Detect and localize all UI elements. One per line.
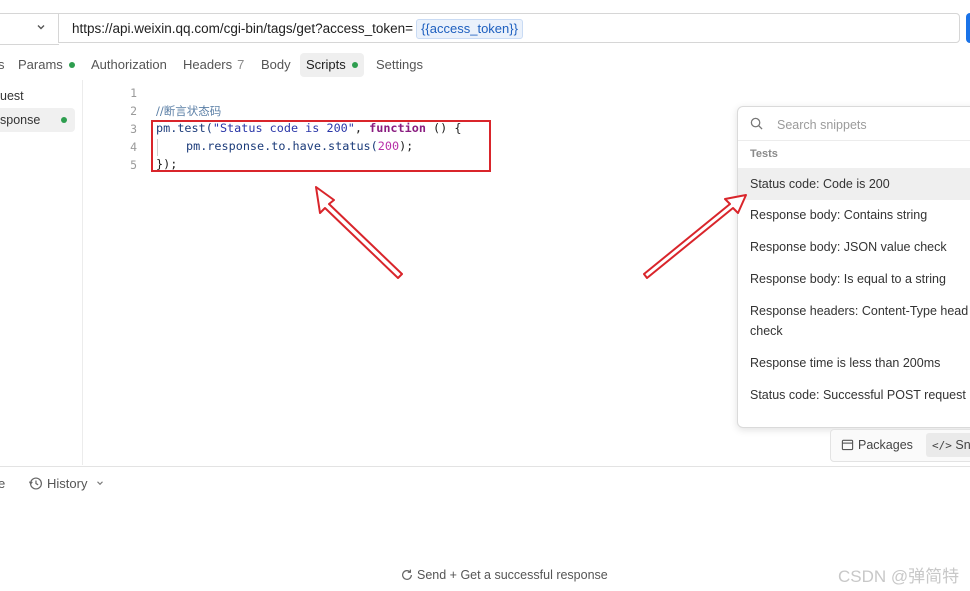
snippet-search-bar (738, 107, 970, 141)
history-icon (28, 477, 43, 490)
code-icon: </> (932, 439, 952, 452)
url-text: https://api.weixin.qq.com/cgi-bin/tags/g… (72, 21, 414, 36)
request-tabs: s Params Authorization Headers 7 Body Scr… (0, 52, 970, 78)
snippet-item[interactable]: Response time is less than 200ms (738, 353, 970, 373)
packages-label: Packages (858, 438, 913, 452)
send-button[interactable] (966, 13, 970, 43)
snippet-item[interactable]: Status code: Code is 200 (738, 168, 970, 200)
script-type-panel: uest sponse (0, 80, 83, 465)
tab-label: Scripts (306, 57, 346, 72)
method-select[interactable] (0, 13, 59, 45)
tab-label: Headers (183, 57, 233, 72)
post-response-item[interactable]: sponse (0, 108, 75, 132)
tab-headers[interactable]: Headers 7 (183, 53, 244, 77)
tab-label: Authorization (91, 57, 167, 72)
response-divider (0, 466, 970, 467)
editor-tools-toolbar: Packages </> Sni (830, 429, 970, 462)
status-dot (61, 117, 67, 123)
snippet-group-heading: Tests (750, 148, 778, 160)
snippet-item[interactable]: Response headers: Content-Type head (738, 301, 970, 321)
status-dot (351, 61, 358, 68)
tab-scripts[interactable]: Scripts (300, 53, 364, 77)
tab-label: Settings (376, 57, 423, 72)
tab-params[interactable]: Params (18, 53, 75, 77)
line-number: 1 (130, 86, 137, 100)
annotation-highlight-box (151, 120, 491, 172)
line-number: 4 (130, 140, 137, 154)
tab-settings[interactable]: Settings (376, 53, 423, 77)
line-number: 5 (130, 158, 137, 172)
snippets-button[interactable]: </> Sni (926, 433, 970, 457)
send-hint-text: Send + Get a successful response (417, 568, 608, 582)
tab-body[interactable]: Body (261, 53, 291, 77)
watermark: CSDN @弹简特 (838, 567, 960, 586)
headers-count: 7 (237, 57, 245, 72)
history-tab[interactable]: History (28, 475, 105, 493)
line-number: 3 (130, 122, 137, 136)
tab-authorization[interactable]: Authorization (91, 53, 167, 77)
snippet-search-input[interactable] (775, 113, 970, 137)
pre-request-item[interactable]: uest (0, 84, 24, 108)
code-comment: //断言状态码 (156, 104, 222, 118)
snippet-item-continued[interactable]: check (738, 321, 970, 341)
chevron-down-icon (97, 481, 103, 486)
search-icon (750, 117, 763, 130)
url-row: https://api.weixin.qq.com/cgi-bin/tags/g… (0, 0, 970, 56)
send-hint: Send + Get a successful response (400, 568, 608, 582)
snippet-item[interactable]: Response body: Is equal to a string (738, 269, 970, 289)
packages-button[interactable]: Packages (841, 433, 913, 457)
history-label: History (47, 476, 88, 491)
package-icon (841, 439, 854, 451)
access-token-variable[interactable]: {{access_token}} (416, 19, 523, 39)
tab-label: Body (261, 57, 291, 72)
tab-partial[interactable]: s (0, 53, 5, 77)
line-number: 2 (130, 104, 137, 118)
snippet-item[interactable]: Status code: Successful POST request (738, 385, 970, 405)
refresh-icon (402, 569, 412, 580)
snippets-panel: Tests Status code: Code is 200 Response … (737, 106, 970, 428)
snippet-item[interactable]: Response body: JSON value check (738, 237, 970, 257)
snippet-item[interactable]: Response body: Contains string (738, 205, 970, 225)
url-input[interactable]: https://api.weixin.qq.com/cgi-bin/tags/g… (58, 13, 960, 43)
chevron-down-icon[interactable] (35, 21, 47, 33)
snippets-label: Sni (955, 438, 970, 452)
tab-label: Params (18, 57, 63, 72)
status-dot (68, 61, 75, 68)
response-tab[interactable]: e (0, 475, 5, 493)
